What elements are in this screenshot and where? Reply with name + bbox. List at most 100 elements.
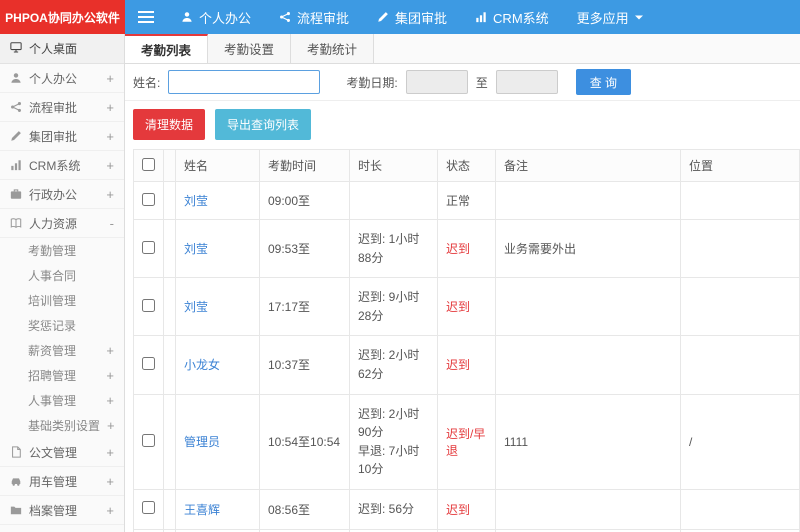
row-checkbox-cell bbox=[133, 488, 164, 530]
expand-toggle[interactable]: + bbox=[106, 71, 114, 86]
row-checkbox[interactable] bbox=[142, 192, 155, 206]
date-from-input[interactable] bbox=[405, 70, 468, 94]
name-cell: 王喜辉 bbox=[175, 488, 260, 530]
expand-toggle[interactable]: + bbox=[106, 503, 114, 518]
nav-item[interactable]: CRM系统 bbox=[461, 0, 563, 34]
sidebar-item[interactable]: 集团审批 + bbox=[0, 122, 124, 151]
date-to-input[interactable] bbox=[495, 70, 558, 94]
nav-item[interactable]: 更多应用 bbox=[563, 0, 657, 34]
employee-name-link[interactable]: 小龙女 bbox=[184, 358, 220, 372]
sidebar-subitem[interactable]: 人事管理 + bbox=[0, 388, 124, 413]
nav-item-label: CRM系统 bbox=[493, 10, 549, 26]
time-cell: 10:54至10:54 bbox=[259, 393, 350, 490]
table-row: 刘莹 09:53至 迟到: 1小时88分 迟到 业务需要外出 bbox=[133, 218, 800, 279]
duration-cell: 迟到: 9小时28分 bbox=[349, 277, 438, 337]
sidebar-item[interactable]: 用车管理 + bbox=[0, 467, 124, 496]
spacer-header bbox=[163, 149, 176, 182]
search-button[interactable]: 查 询 bbox=[575, 69, 632, 95]
expand-toggle[interactable]: + bbox=[106, 393, 114, 408]
name-input[interactable] bbox=[168, 70, 321, 94]
row-checkbox-cell bbox=[133, 218, 164, 279]
sidebar-item[interactable]: CRM系统 + bbox=[0, 151, 124, 180]
sidebar-subitem[interactable]: 人事合同 bbox=[0, 263, 124, 288]
employee-name-link[interactable]: 管理员 bbox=[184, 435, 220, 449]
sidebar-item-label: CRM系统 bbox=[29, 158, 81, 173]
sidebar-subitem[interactable]: 招聘管理 + bbox=[0, 363, 124, 388]
table-row: 小龙女 10:37至 迟到: 2小时62分 迟到 bbox=[133, 335, 800, 395]
sidebar-subitem[interactable]: 薪资管理 + bbox=[0, 338, 124, 363]
expand-toggle[interactable]: + bbox=[106, 343, 114, 358]
row-checkbox-cell bbox=[133, 393, 164, 490]
status-badge: 迟到 bbox=[446, 502, 471, 517]
nav-item[interactable]: 集团审批 bbox=[363, 0, 461, 34]
row-checkbox[interactable] bbox=[142, 433, 155, 447]
row-checkbox[interactable] bbox=[142, 501, 155, 515]
expand-toggle[interactable]: + bbox=[106, 129, 114, 144]
sidebar-item-label: 流程审批 bbox=[29, 100, 78, 115]
sidebar-subitem[interactable]: 培训管理 bbox=[0, 288, 124, 313]
sidebar-item[interactable]: 流程审批 + bbox=[0, 93, 124, 122]
employee-name-link[interactable]: 王喜辉 bbox=[184, 503, 220, 517]
location-cell bbox=[680, 488, 800, 530]
expand-toggle[interactable]: + bbox=[106, 474, 114, 489]
chart-icon bbox=[475, 11, 487, 23]
location-cell: / bbox=[680, 393, 800, 490]
sidebar-subitem[interactable]: 奖惩记录 bbox=[0, 313, 124, 338]
expand-toggle[interactable]: + bbox=[107, 418, 115, 433]
sidebar-subitem[interactable]: 基础类别设置 + bbox=[0, 413, 124, 438]
sidebar-item[interactable]: 公文管理 + bbox=[0, 438, 124, 467]
export-list-button[interactable]: 导出查询列表 bbox=[215, 109, 312, 140]
tab-attendance-list[interactable]: 考勤列表 bbox=[125, 34, 209, 63]
top-nav: 个人办公 流程审批 集团审批 CRM系统 更多应用 bbox=[167, 0, 657, 34]
expand-toggle[interactable]: + bbox=[106, 445, 114, 460]
duration-late: 迟到: 9小时28分 bbox=[358, 290, 420, 323]
sidebar-item[interactable]: 个人办公 + bbox=[0, 64, 124, 93]
row-checkbox[interactable] bbox=[142, 298, 155, 312]
flow-icon bbox=[279, 11, 291, 23]
select-all-checkbox[interactable] bbox=[142, 157, 155, 171]
sidebar-item[interactable]: 档案管理 + bbox=[0, 496, 124, 525]
edit-icon bbox=[10, 130, 22, 142]
sidebar-item-desktop[interactable]: 个人桌面 bbox=[0, 34, 124, 64]
spacer-cell bbox=[163, 393, 176, 490]
employee-name-link[interactable]: 刘莹 bbox=[184, 194, 208, 208]
sidebar-subitem-label: 人事管理 bbox=[28, 394, 77, 408]
location-cell bbox=[680, 218, 800, 279]
row-checkbox[interactable] bbox=[142, 240, 155, 254]
tab-attendance-stats[interactable]: 考勤统计 bbox=[291, 34, 375, 63]
nav-item[interactable]: 个人办公 bbox=[167, 0, 265, 34]
attendance-table: 姓名 考勤时间 时长 状态 备注 位置 刘莹 09:00至 正常 刘莹 09:53至 迟到: 1小时… bbox=[133, 149, 800, 532]
expand-toggle[interactable]: - bbox=[110, 216, 114, 231]
sidebar-item[interactable]: 人力资源 - bbox=[0, 209, 124, 238]
expand-toggle[interactable]: + bbox=[106, 368, 114, 383]
spacer-cell bbox=[163, 488, 176, 530]
sidebar-subitem[interactable]: 考勤管理 bbox=[0, 238, 124, 263]
nav-item[interactable]: 流程审批 bbox=[265, 0, 363, 34]
name-cell: 小龙女 bbox=[175, 335, 260, 395]
note-cell bbox=[495, 335, 681, 395]
employee-name-link[interactable]: 刘莹 bbox=[184, 300, 208, 314]
tab-attendance-settings[interactable]: 考勤设置 bbox=[208, 34, 292, 63]
sidebar-item[interactable]: 项目管理+ bbox=[0, 525, 124, 532]
duration-late: 迟到: 1小时88分 bbox=[358, 232, 420, 265]
status-cell: 正常 bbox=[437, 181, 496, 220]
name-cell: 刘莹 bbox=[175, 218, 260, 279]
menu-toggle-icon[interactable] bbox=[125, 0, 167, 34]
duration-cell: 迟到: 2小时90分 早退: 7小时10分 bbox=[349, 393, 438, 490]
duration-early: 早退: 7小时10分 bbox=[358, 443, 420, 477]
table-row: 管理员 10:54至10:54 迟到: 2小时90分 早退: 7小时10分 迟到/早退 1… bbox=[133, 393, 800, 490]
employee-name-link[interactable]: 刘莹 bbox=[184, 242, 208, 256]
clean-data-button[interactable]: 清理数据 bbox=[133, 109, 206, 140]
sidebar: 个人桌面 个人办公 + 流程审批 + 集团审批 + CRM系统 + 行政办公 + 人力资源 - 考勤管理… bbox=[0, 34, 125, 532]
expand-toggle[interactable]: + bbox=[106, 158, 114, 173]
note-cell bbox=[495, 277, 681, 337]
row-checkbox[interactable] bbox=[142, 356, 155, 370]
sidebar-item-label: 公文管理 bbox=[29, 445, 78, 460]
expand-toggle[interactable]: + bbox=[106, 187, 114, 202]
filter-bar: 姓名: 考勤日期: 至 查 询 bbox=[125, 64, 800, 101]
sidebar-item[interactable]: 行政办公 + bbox=[0, 180, 124, 209]
status-cell: 迟到 bbox=[437, 218, 496, 279]
note-cell bbox=[495, 488, 681, 530]
expand-toggle[interactable]: + bbox=[106, 100, 114, 115]
action-bar: 清理数据 导出查询列表 bbox=[125, 101, 800, 149]
